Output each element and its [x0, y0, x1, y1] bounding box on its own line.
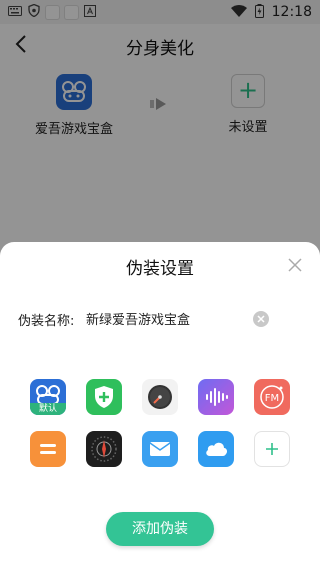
svg-text:FM: FM [265, 393, 279, 404]
clock-gauge-icon[interactable] [142, 379, 178, 415]
close-icon[interactable] [286, 256, 304, 274]
disguise-settings-sheet: 伪装设置 伪装名称: 默认 FM [0, 242, 320, 568]
sound-wave-icon[interactable] [198, 379, 234, 415]
shield-plus-icon[interactable] [86, 379, 122, 415]
compass-icon[interactable] [86, 431, 122, 467]
icon-option-aiwu[interactable]: 默认 [30, 379, 66, 415]
notes-icon[interactable] [30, 431, 66, 467]
add-icon[interactable] [254, 431, 290, 467]
disguise-name-label: 伪装名称: [18, 314, 75, 329]
default-badge: 默认 [30, 403, 66, 415]
clear-input-icon[interactable] [253, 311, 269, 327]
fm-radio-icon[interactable]: FM [254, 379, 290, 415]
disguise-name-field[interactable] [86, 308, 238, 328]
cloud-icon[interactable] [198, 431, 234, 467]
mail-icon[interactable] [142, 431, 178, 467]
add-disguise-button[interactable]: 添加伪装 [106, 512, 214, 546]
sheet-title: 伪装设置 [126, 259, 194, 279]
